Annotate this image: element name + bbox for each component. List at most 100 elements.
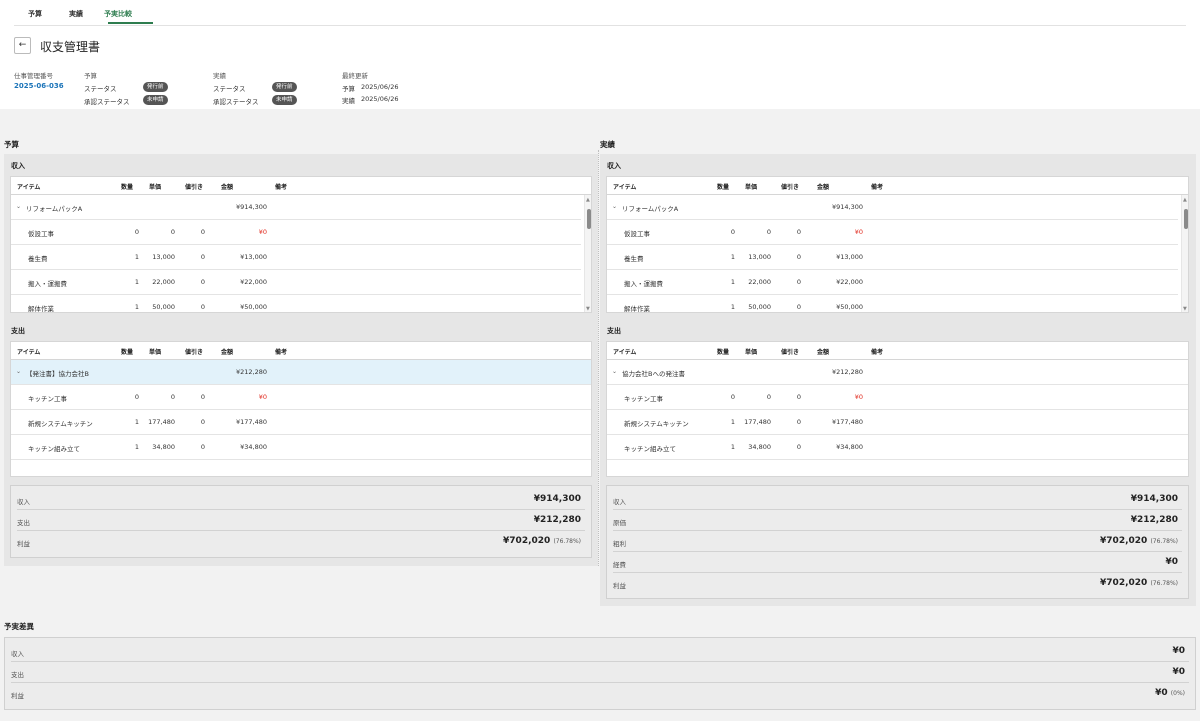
cell-amount: ¥0 bbox=[258, 228, 267, 236]
summary-row: 収入 ¥914,300 bbox=[17, 490, 585, 510]
table-row[interactable]: 仮設工事 0 0 0 ¥0 bbox=[607, 220, 1178, 245]
cell-price: 34,800 bbox=[152, 443, 175, 451]
cell-amount: ¥34,800 bbox=[240, 443, 267, 451]
summary-row: 収入 ¥0 bbox=[11, 642, 1189, 662]
cell-amount: ¥34,800 bbox=[836, 443, 863, 451]
cell-price: 177,480 bbox=[744, 418, 771, 426]
cell-item: 搬入・運搬費 bbox=[28, 280, 67, 288]
table-row[interactable]: 仮設工事 0 0 0 ¥0 bbox=[11, 220, 581, 245]
last-updated-label: 最終更新 bbox=[342, 72, 368, 80]
cell-item: 新規システムキッチン bbox=[28, 420, 93, 428]
table-row[interactable]: 解体作業 1 50,000 0 ¥50,000 bbox=[607, 295, 1178, 312]
budget-status-label: ステータス bbox=[84, 85, 117, 93]
scrollbar[interactable]: ▲ ▼ bbox=[584, 195, 591, 312]
cell-discount: 0 bbox=[796, 418, 801, 426]
cell-amount: ¥0 bbox=[854, 228, 863, 236]
table-row[interactable]: キッチン組み立て 1 34,800 0 ¥34,800 bbox=[607, 435, 1188, 460]
summary-label: 利益 bbox=[613, 582, 626, 590]
column-header-1: 数量 bbox=[121, 349, 134, 356]
budget-summary: 収入 ¥914,300 支出 ¥212,280 利益 ¥702,020 (76.78%) bbox=[10, 485, 592, 558]
column-header-2: 単価 bbox=[149, 349, 162, 356]
summary-percent: (76.78%) bbox=[1150, 580, 1178, 587]
scroll-thumb[interactable] bbox=[1184, 209, 1188, 229]
column-header-0: アイテム bbox=[17, 349, 41, 356]
cell-item: 仮設工事 bbox=[624, 230, 650, 238]
table-row[interactable]: 解体作業 1 50,000 0 ¥50,000 bbox=[11, 295, 581, 312]
chevron-down-icon[interactable]: ⌄ bbox=[612, 203, 617, 210]
table-row[interactable]: キッチン工事 0 0 0 ¥0 bbox=[607, 385, 1188, 410]
table-row[interactable]: 新規システムキッチン 1 177,480 0 ¥177,480 bbox=[11, 410, 591, 435]
actual-income-title: 収入 bbox=[607, 162, 621, 170]
group-row[interactable]: ⌄ 協力会社Bへの発注書 ¥212,280 bbox=[607, 360, 1188, 385]
cell-discount: 0 bbox=[200, 303, 205, 311]
cell-qty: 1 bbox=[134, 443, 139, 451]
updated-budget-date: 2025/06/26 bbox=[361, 83, 399, 91]
section-divider bbox=[598, 150, 599, 566]
cell-amount: ¥914,300 bbox=[831, 203, 863, 211]
scroll-up-icon[interactable]: ▲ bbox=[1183, 197, 1187, 203]
cell-discount: 0 bbox=[796, 303, 801, 311]
column-header-1: 数量 bbox=[717, 349, 730, 356]
job-no-link[interactable]: 2025-06-036 bbox=[14, 82, 64, 90]
cell-qty: 1 bbox=[134, 418, 139, 426]
cell-price: 50,000 bbox=[152, 303, 175, 311]
table-row[interactable]: 搬入・運搬費 1 22,000 0 ¥22,000 bbox=[607, 270, 1178, 295]
summary-value: ¥0 bbox=[1172, 667, 1185, 677]
cell-item: 新規システムキッチン bbox=[624, 420, 689, 428]
updated-actual-date: 2025/06/26 bbox=[361, 95, 399, 103]
group-row[interactable]: ⌄ リフォームパックA ¥914,300 bbox=[607, 195, 1178, 220]
budget-panel: 収入 アイテム 数量 単価 値引き 金額 備考 ▲ ▼ ⌄ リフォームパックA ¥914,30… bbox=[4, 154, 598, 566]
cell-qty: 1 bbox=[134, 253, 139, 261]
group-row[interactable]: ⌄ リフォームパックA ¥914,300 bbox=[11, 195, 581, 220]
cell-qty: 1 bbox=[730, 418, 735, 426]
cell-discount: 0 bbox=[796, 228, 801, 236]
chevron-down-icon[interactable]: ⌄ bbox=[16, 203, 21, 210]
column-header-0: アイテム bbox=[613, 184, 637, 191]
summary-label: 収入 bbox=[17, 498, 30, 506]
chevron-down-icon[interactable]: ⌄ bbox=[612, 368, 617, 375]
scroll-down-icon[interactable]: ▼ bbox=[1183, 306, 1187, 312]
cell-item: 仮設工事 bbox=[28, 230, 54, 238]
back-button[interactable]: ← bbox=[14, 37, 31, 54]
cell-item: 養生費 bbox=[28, 255, 48, 263]
column-header-2: 単価 bbox=[745, 349, 758, 356]
column-header-2: 単価 bbox=[745, 184, 758, 191]
summary-value: ¥914,300 bbox=[533, 494, 581, 504]
tab-actual[interactable]: 実績 bbox=[69, 9, 83, 19]
table-row[interactable]: 養生費 1 13,000 0 ¥13,000 bbox=[11, 245, 581, 270]
scroll-up-icon[interactable]: ▲ bbox=[586, 197, 590, 203]
table-row[interactable]: キッチン組み立て 1 34,800 0 ¥34,800 bbox=[11, 435, 591, 460]
scroll-down-icon[interactable]: ▼ bbox=[586, 306, 590, 312]
scrollbar[interactable]: ▲ ▼ bbox=[1181, 195, 1188, 312]
cell-item: キッチン組み立て bbox=[624, 445, 676, 453]
updated-budget-label: 予算 bbox=[342, 85, 355, 93]
column-header-4: 金額 bbox=[221, 184, 234, 191]
cell-discount: 0 bbox=[796, 443, 801, 451]
cell-amount: ¥177,480 bbox=[831, 418, 863, 426]
tab-budget[interactable]: 予算 bbox=[28, 9, 42, 19]
scroll-thumb[interactable] bbox=[587, 209, 591, 229]
group-row[interactable]: ⌄ 【発注書】協力会社B ¥212,280 bbox=[11, 360, 591, 385]
table-header: アイテム 数量 単価 値引き 金額 備考 bbox=[11, 342, 591, 360]
cell-discount: 0 bbox=[796, 278, 801, 286]
table-row[interactable]: キッチン工事 0 0 0 ¥0 bbox=[11, 385, 591, 410]
column-header-5: 備考 bbox=[871, 184, 884, 191]
cell-item: 搬入・運搬費 bbox=[624, 280, 663, 288]
column-header-1: 数量 bbox=[121, 184, 134, 191]
table-row[interactable]: 新規システムキッチン 1 177,480 0 ¥177,480 bbox=[607, 410, 1188, 435]
cell-amount: ¥50,000 bbox=[836, 303, 863, 311]
summary-value: ¥0 bbox=[1165, 557, 1178, 567]
variance-section-title: 予実差異 bbox=[4, 622, 34, 631]
table-row[interactable]: 養生費 1 13,000 0 ¥13,000 bbox=[607, 245, 1178, 270]
cell-price: 0 bbox=[766, 393, 771, 401]
cell-item: リフォームパックA bbox=[26, 205, 83, 213]
job-no-label: 仕事管理番号 bbox=[14, 72, 53, 80]
tab-comparison[interactable]: 予実比較 bbox=[104, 9, 132, 19]
budget-expense-title: 支出 bbox=[11, 327, 25, 335]
table-row[interactable]: 搬入・運搬費 1 22,000 0 ¥22,000 bbox=[11, 270, 581, 295]
cell-amount: ¥212,280 bbox=[831, 368, 863, 376]
budget-section-title: 予算 bbox=[4, 140, 19, 149]
budget-approval-label: 承認ステータス bbox=[84, 98, 130, 106]
chevron-down-icon[interactable]: ⌄ bbox=[16, 368, 21, 375]
summary-row: 粗利 ¥702,020 (76.78%) bbox=[613, 532, 1182, 552]
